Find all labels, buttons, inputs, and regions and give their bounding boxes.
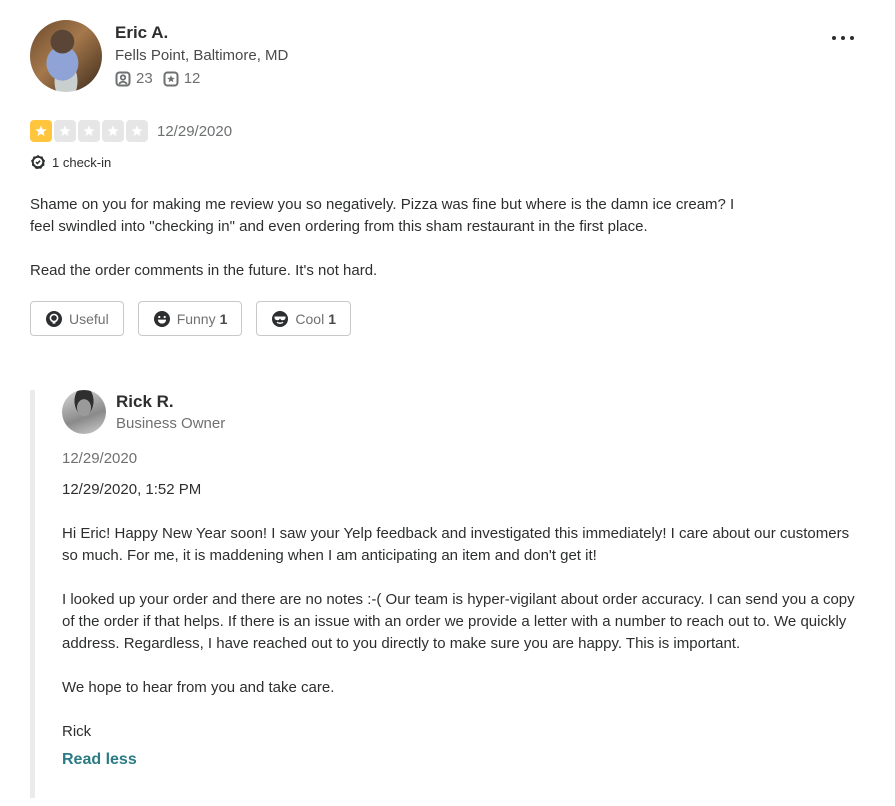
checkin-badge: 1 check-in bbox=[30, 154, 870, 170]
owner-avatar[interactable] bbox=[62, 390, 106, 434]
review-card: Eric A. Fells Point, Baltimore, MD 23 12… bbox=[30, 20, 870, 336]
star-empty-icon bbox=[102, 120, 124, 142]
read-less-link[interactable]: Read less bbox=[62, 751, 137, 769]
rating-row: 12/29/2020 bbox=[30, 120, 870, 142]
cool-sunglasses-icon bbox=[272, 310, 289, 327]
useful-lightbulb-icon bbox=[46, 310, 62, 327]
star-empty-icon bbox=[54, 120, 76, 142]
star-empty-icon bbox=[126, 120, 148, 142]
review-paragraph: Read the order comments in the future. I… bbox=[30, 262, 378, 279]
reviewer-avatar[interactable] bbox=[30, 20, 102, 92]
reply-datetime: 12/29/2020, 1:52 PM bbox=[62, 481, 202, 498]
reply-signature: Rick bbox=[62, 723, 92, 740]
reviews-star-icon bbox=[163, 71, 179, 86]
reply-paragraph: Hi Eric! Happy New Year soon! I saw your… bbox=[62, 525, 850, 564]
owner-name[interactable]: Rick R. bbox=[116, 390, 225, 414]
owner-role: Business Owner bbox=[116, 415, 226, 432]
checkin-icon bbox=[31, 155, 45, 169]
reply-body: Hi Eric! Happy New Year soon! I saw your… bbox=[62, 523, 862, 743]
reviewer-name[interactable]: Eric A. bbox=[115, 22, 288, 44]
reviewer-header: Eric A. Fells Point, Baltimore, MD 23 12 bbox=[30, 20, 870, 94]
reviews-count: 12 bbox=[183, 70, 201, 87]
cool-button[interactable]: Cool 1 bbox=[256, 301, 351, 336]
reply-paragraph: We hope to hear from you and take care. bbox=[62, 679, 335, 696]
reaction-buttons: Useful Funny 1 Cool 1 bbox=[30, 301, 870, 336]
reviewer-info: Eric A. Fells Point, Baltimore, MD 23 12 bbox=[115, 20, 288, 87]
reply-date: 12/29/2020 bbox=[62, 450, 138, 467]
star-empty-icon bbox=[78, 120, 100, 142]
friends-count: 23 bbox=[136, 70, 153, 87]
review-body: Shame on you for making me review you so… bbox=[30, 194, 750, 282]
reply-paragraph: I looked up your order and there are no … bbox=[62, 591, 855, 652]
owner-info: Rick R. Business Owner bbox=[116, 390, 225, 434]
friends-icon bbox=[115, 71, 131, 86]
star-rating bbox=[30, 120, 148, 142]
reviews-stat: 12 bbox=[163, 70, 201, 87]
checkin-label: 1 check-in bbox=[52, 154, 112, 170]
review-date: 12/29/2020 bbox=[157, 122, 233, 140]
funny-face-icon bbox=[153, 310, 170, 327]
star-filled-icon bbox=[30, 120, 52, 142]
friends-stat: 23 bbox=[115, 70, 153, 87]
more-dot-icon bbox=[850, 36, 854, 40]
cool-count: 1 bbox=[328, 310, 336, 327]
reviewer-stats: 23 12 bbox=[115, 70, 288, 87]
owner-reply: Rick R. Business Owner 12/29/2020 12/29/… bbox=[30, 390, 870, 798]
owner-header: Rick R. Business Owner bbox=[62, 390, 870, 434]
reviewer-location: Fells Point, Baltimore, MD bbox=[115, 47, 289, 64]
more-options-button[interactable] bbox=[828, 32, 858, 44]
useful-button[interactable]: Useful bbox=[30, 301, 124, 336]
more-dot-icon bbox=[832, 36, 836, 40]
funny-button[interactable]: Funny 1 bbox=[137, 301, 243, 336]
review-paragraph: Shame on you for making me review you so… bbox=[30, 196, 735, 235]
cool-label: Cool bbox=[295, 310, 325, 327]
more-dot-icon bbox=[841, 36, 845, 40]
useful-label: Useful bbox=[69, 310, 109, 327]
funny-count: 1 bbox=[219, 310, 228, 327]
funny-label: Funny bbox=[176, 310, 216, 327]
